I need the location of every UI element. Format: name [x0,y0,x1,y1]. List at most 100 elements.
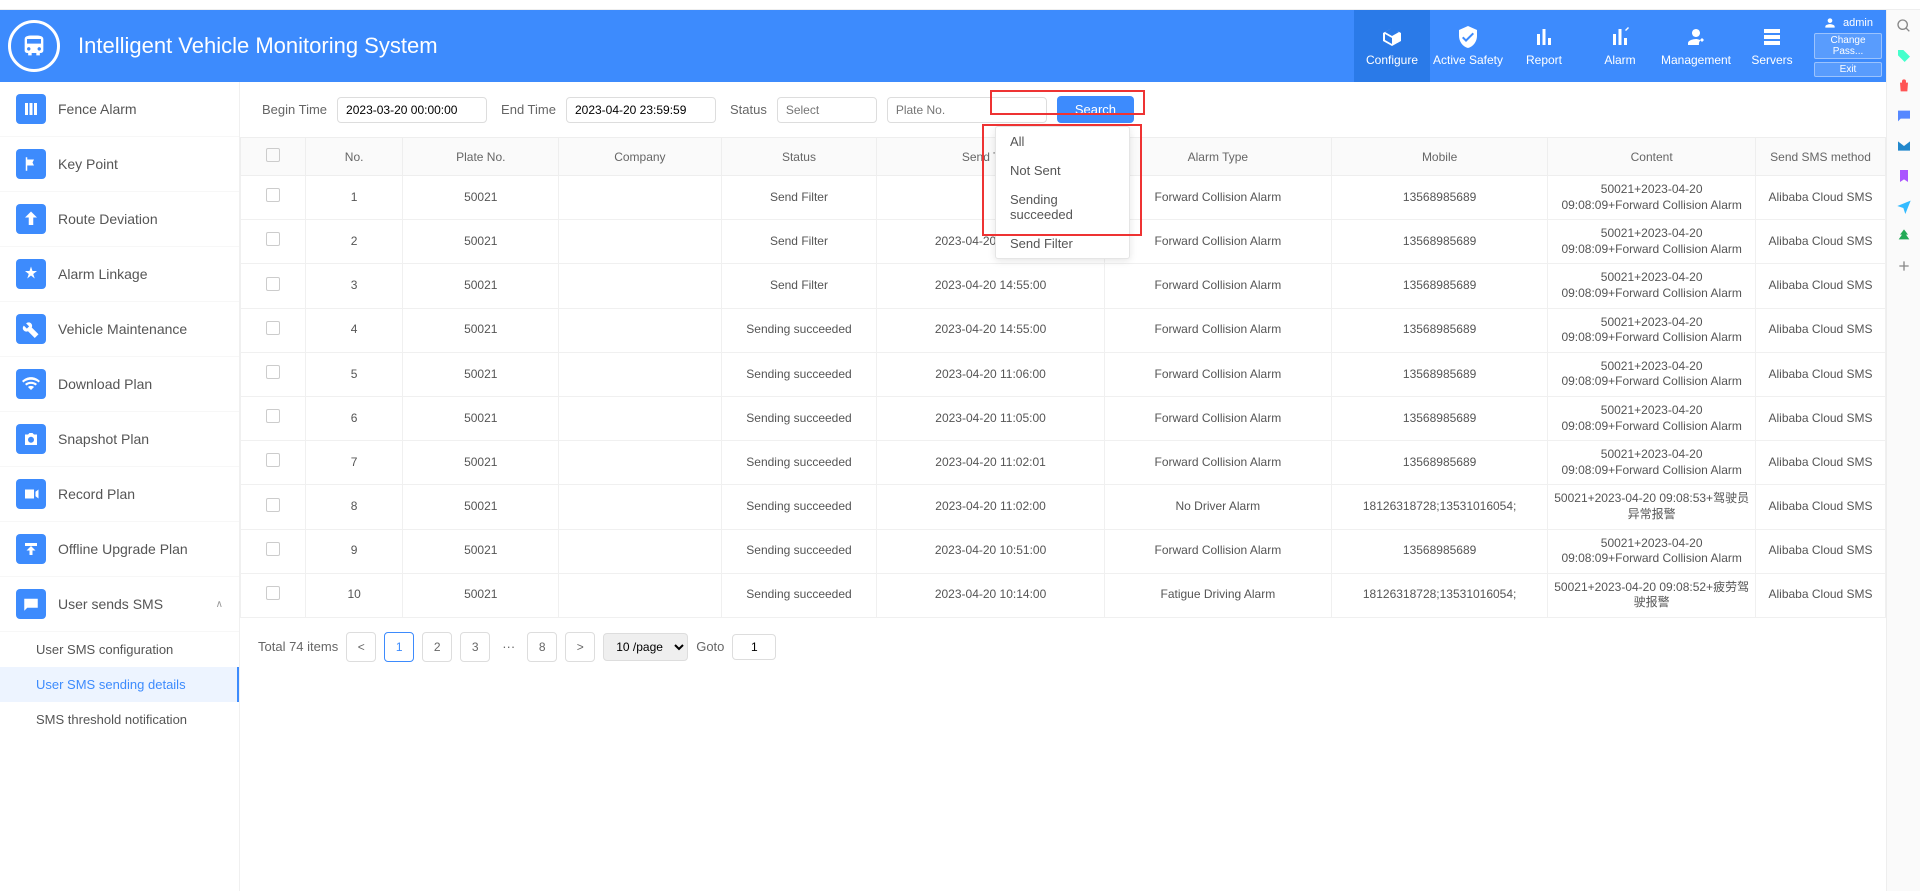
nav-alarm[interactable]: Alarm [1582,10,1658,82]
cell-mobile: 13568985689 [1332,441,1548,485]
route-icon [16,204,46,234]
row-checkbox[interactable] [266,232,280,246]
cell-plate: 50021 [403,396,559,440]
sidebar-sub-sms-threshold[interactable]: SMS threshold notification [0,702,239,737]
sidebar-item-record-plan[interactable]: Record Plan [0,467,239,522]
sidebar-item-key-point[interactable]: Key Point [0,137,239,192]
cell-alarm: Forward Collision Alarm [1104,529,1331,573]
cell-company [559,176,721,220]
cell-plate: 50021 [403,220,559,264]
sidebar-item-offline-upgrade[interactable]: Offline Upgrade Plan [0,522,239,577]
bookmark-icon[interactable] [1896,168,1912,184]
row-checkbox[interactable] [266,498,280,512]
cell-mobile: 13568985689 [1332,529,1548,573]
row-checkbox[interactable] [266,542,280,556]
page-prev[interactable]: < [346,632,376,662]
row-checkbox[interactable] [266,365,280,379]
sidebar-item-fence-alarm[interactable]: Fence Alarm [0,82,239,137]
dropdown-option-all[interactable]: All [996,127,1129,156]
sidebar-item-snapshot-plan[interactable]: Snapshot Plan [0,412,239,467]
page-last[interactable]: 8 [527,632,557,662]
dropdown-option-send-filter[interactable]: Send Filter [996,229,1129,258]
row-checkbox[interactable] [266,453,280,467]
cell-company [559,573,721,617]
search-button[interactable]: Search [1057,96,1134,123]
header: Intelligent Vehicle Monitoring System Co… [0,10,1886,82]
nav-servers[interactable]: Servers [1734,10,1810,82]
tree-icon[interactable] [1896,228,1912,244]
app-title: Intelligent Vehicle Monitoring System [78,33,1354,59]
end-time-input[interactable] [566,97,716,123]
row-checkbox[interactable] [266,409,280,423]
change-password-button[interactable]: Change Pass... [1814,33,1882,59]
table-row[interactable]: 9 50021 Sending succeeded 2023-04-20 10:… [241,529,1886,573]
cell-plate: 50021 [403,485,559,529]
wifi-icon [16,369,46,399]
page-3[interactable]: 3 [460,632,490,662]
sidebar-item-user-sends-sms[interactable]: User sends SMS ∧ [0,577,239,632]
nav-report[interactable]: Report [1506,10,1582,82]
cell-content: 50021+2023-04-20 09:08:09+Forward Collis… [1548,264,1756,308]
sidebar: Fence Alarm Key Point Route Deviation Al… [0,82,240,891]
sidebar-item-download-plan[interactable]: Download Plan [0,357,239,412]
cell-status: Sending succeeded [721,441,877,485]
begin-time-input[interactable] [337,97,487,123]
header-checkbox[interactable] [241,138,306,176]
table-row[interactable]: 4 50021 Sending succeeded 2023-04-20 14:… [241,308,1886,352]
table-row[interactable]: 8 50021 Sending succeeded 2023-04-20 11:… [241,485,1886,529]
page-2[interactable]: 2 [422,632,452,662]
cell-content: 50021+2023-04-20 09:08:09+Forward Collis… [1548,396,1756,440]
sidebar-sub-sms-config[interactable]: User SMS configuration [0,632,239,667]
plus-icon[interactable] [1896,258,1912,274]
header-no: No. [305,138,402,176]
cell-status: Sending succeeded [721,396,877,440]
cell-alarm: Forward Collision Alarm [1104,220,1331,264]
dropdown-option-sending-succeeded[interactable]: Sending succeeded [996,185,1129,229]
cell-status: Sending succeeded [721,573,877,617]
bag-icon[interactable] [1896,78,1912,94]
table-row[interactable]: 3 50021 Send Filter 2023-04-20 14:55:00 … [241,264,1886,308]
per-page-select[interactable]: 10 /page [603,633,688,661]
sidebar-item-vehicle-maintenance[interactable]: Vehicle Maintenance [0,302,239,357]
nav-management[interactable]: Management [1658,10,1734,82]
chat-icon[interactable] [1896,108,1912,124]
page-next[interactable]: > [565,632,595,662]
sidebar-sub-sms-details[interactable]: User SMS sending details [0,667,239,702]
row-checkbox[interactable] [266,188,280,202]
cell-content: 50021+2023-04-20 09:08:09+Forward Collis… [1548,176,1756,220]
send-icon[interactable] [1896,198,1912,214]
row-checkbox[interactable] [266,277,280,291]
table-row[interactable]: 7 50021 Sending succeeded 2023-04-20 11:… [241,441,1886,485]
cell-time: 2023-04-20 14:55:00 [877,308,1104,352]
table-row[interactable]: 10 50021 Sending succeeded 2023-04-20 10… [241,573,1886,617]
page-1[interactable]: 1 [384,632,414,662]
row-checkbox[interactable] [266,321,280,335]
total-items: Total 74 items [258,639,338,654]
sidebar-item-alarm-linkage[interactable]: Alarm Linkage [0,247,239,302]
exit-button[interactable]: Exit [1814,62,1882,77]
sidebar-item-route-deviation[interactable]: Route Deviation [0,192,239,247]
plate-input[interactable] [887,97,1047,123]
cell-alarm: No Driver Alarm [1104,485,1331,529]
nav-active-safety[interactable]: Active Safety [1430,10,1506,82]
search-icon[interactable] [1896,18,1912,34]
user-panel: admin Change Pass... Exit [1810,10,1886,83]
status-select[interactable] [777,97,877,123]
tag-icon[interactable] [1896,48,1912,64]
cell-content: 50021+2023-04-20 09:08:53+驾驶员异常报警 [1548,485,1756,529]
cell-no: 10 [305,573,402,617]
cell-mobile: 13568985689 [1332,308,1548,352]
cell-alarm: Forward Collision Alarm [1104,176,1331,220]
cell-no: 6 [305,396,402,440]
nav-configure[interactable]: Configure [1354,10,1430,82]
goto-input[interactable] [732,634,776,660]
table-row[interactable]: 5 50021 Sending succeeded 2023-04-20 11:… [241,352,1886,396]
cell-company [559,352,721,396]
cell-mobile: 13568985689 [1332,352,1548,396]
table-row[interactable]: 6 50021 Sending succeeded 2023-04-20 11:… [241,396,1886,440]
cell-mobile: 18126318728;13531016054; [1332,573,1548,617]
dropdown-option-not-sent[interactable]: Not Sent [996,156,1129,185]
cell-alarm: Forward Collision Alarm [1104,308,1331,352]
mail-icon[interactable] [1896,138,1912,154]
row-checkbox[interactable] [266,586,280,600]
